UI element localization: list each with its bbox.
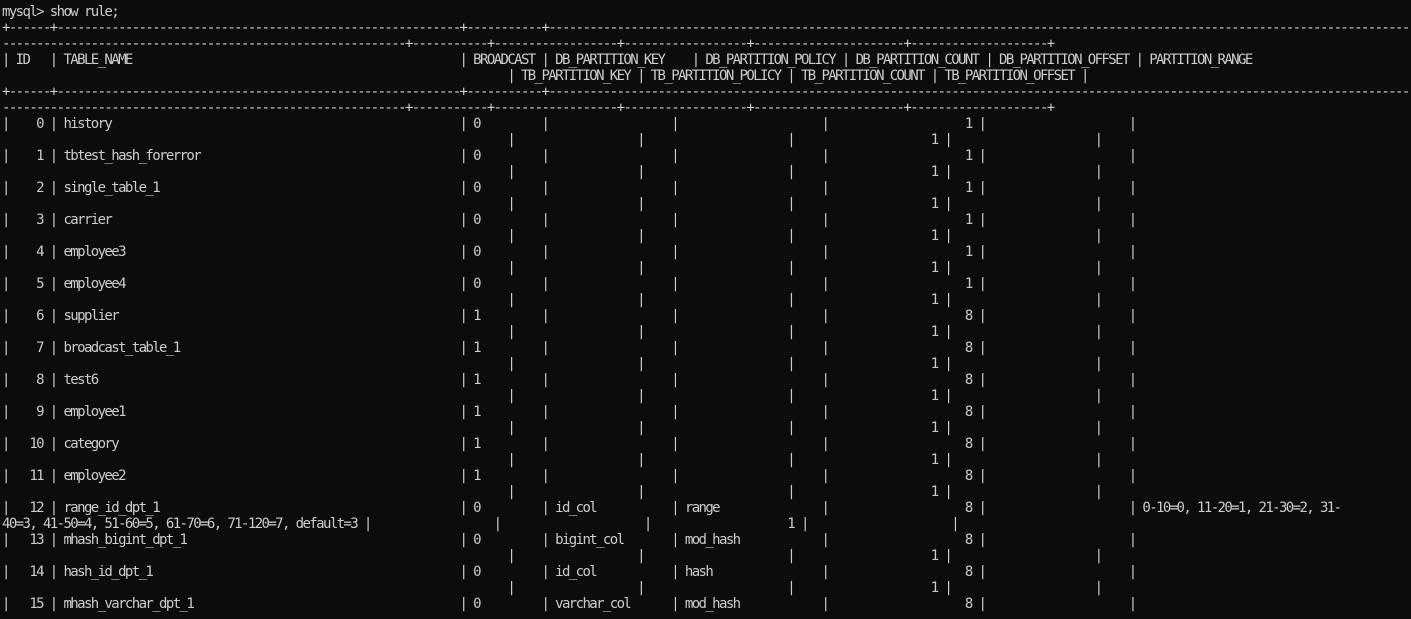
output-line: | ID | TABLE_NAME | BROADCAST | DB_PARTI… [2,52,1253,68]
terminal-output: mysql> show rule; +------+---------------… [2,4,1411,612]
output-line: | | | 1 | | [2,356,1103,372]
output-line: | | | 1 | | [2,484,1103,500]
output-line: | | | 1 | | [2,132,1103,148]
output-line: | 5 | employee4 | 0 | | | 1 | | [2,276,1137,292]
output-line: ----------------------------------------… [2,100,1055,116]
output-line: | | | 1 | | [2,228,1103,244]
output-line: | 14 | hash_id_dpt_1 | 0 | id_col | hash… [2,564,1137,580]
output-line: | 15 | mhash_varchar_dpt_1 | 0 | varchar… [2,596,1137,612]
output-line: | 12 | range_id_dpt_1 | 0 | id_col | ran… [2,500,1342,516]
output-line: | | | 1 | | [2,420,1103,436]
output-line: | TB_PARTITION_KEY | TB_PARTITION_POLICY… [2,68,1089,84]
output-line: | 2 | single_table_1 | 0 | | | 1 | | [2,180,1137,196]
output-line: | 6 | supplier | 1 | | | 8 | | [2,308,1137,324]
output-line: | | | 1 | | [2,388,1103,404]
output-line: | 7 | broadcast_table_1 | 1 | | | 8 | | [2,340,1137,356]
output-line: | 0 | history | 0 | | | 1 | | [2,116,1137,132]
output-line: +------+--------------------------------… [2,20,1411,36]
output-line: ----------------------------------------… [2,36,1055,52]
output-line: | | | 1 | | [2,292,1103,308]
output-line: | | | 1 | | [2,196,1103,212]
command-prompt-line: mysql> show rule; [2,4,120,20]
output-line: | 10 | category | 1 | | | 8 | | [2,436,1137,452]
output-line: | 3 | carrier | 0 | | | 1 | | [2,212,1137,228]
output-line: | | | 1 | | [2,324,1103,340]
output-line: | 4 | employee3 | 0 | | | 1 | | [2,244,1137,260]
output-line: | 13 | mhash_bigint_dpt_1 | 0 | bigint_c… [2,532,1137,548]
output-line: +------+--------------------------------… [2,84,1411,100]
output-line: | 9 | employee1 | 1 | | | 8 | | [2,404,1137,420]
output-line: | | | 1 | | [2,164,1103,180]
output-line: | 8 | test6 | 1 | | | 8 | | [2,372,1137,388]
output-line: | 1 | tbtest_hash_forerror | 0 | | | 1 |… [2,148,1137,164]
output-line: | | | 1 | | [2,452,1103,468]
output-line: | | | 1 | | [2,548,1103,564]
output-line: | 11 | employee2 | 1 | | | 8 | | [2,468,1137,484]
terminal-window[interactable]: mysql> show rule; +------+---------------… [0,0,1411,619]
output-line: | | | 1 | | [2,260,1103,276]
output-line: 40=3, 41-50=4, 51-60=5, 61-70=6, 71-120=… [2,516,960,532]
output-line: | | | 1 | | [2,580,1103,596]
